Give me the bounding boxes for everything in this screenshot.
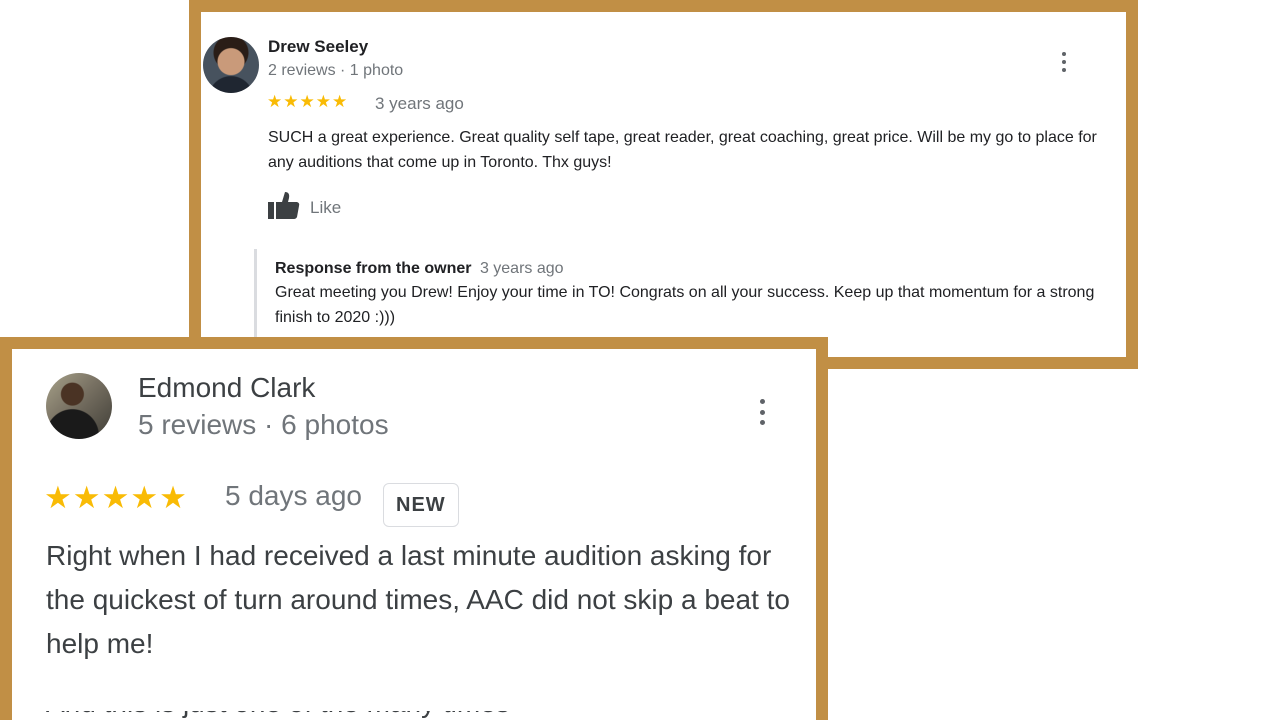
more-dot: [759, 409, 765, 415]
new-badge: NEW: [383, 483, 459, 527]
avatar[interactable]: [46, 373, 112, 439]
like-label: Like: [310, 197, 342, 217]
owner-response-header: Response from the owner 3 years ago: [275, 260, 1124, 278]
review-date: 5 days ago: [225, 480, 362, 511]
avatar[interactable]: [203, 37, 259, 93]
truncated-line: And this is just one of the many times: [46, 711, 791, 720]
owner-response-text: Great meeting you Drew! Enjoy your time …: [275, 284, 1095, 326]
more-dot: [759, 399, 765, 404]
more-options-icon[interactable]: [1056, 50, 1072, 74]
star-rating: ★★★★★: [44, 480, 188, 515]
more-options-icon[interactable]: [752, 397, 772, 427]
reviewer-name[interactable]: Drew Seeley: [268, 37, 368, 57]
review-text: Right when I had received a last minute …: [46, 540, 790, 659]
more-dot: [1062, 60, 1066, 64]
thumbs-up-icon: [268, 190, 300, 225]
reviewer-meta: 5 reviews · 6 photos: [138, 409, 389, 440]
review-card-edmond-clark: Edmond Clark 5 reviews · 6 photos ★★★★★ …: [0, 337, 828, 720]
star-rating: ★★★★★: [267, 92, 349, 111]
like-button[interactable]: Like: [268, 190, 341, 225]
more-dot: [759, 420, 765, 425]
owner-response-label: Response from the owner: [275, 260, 472, 277]
review-text-continuation: And this is just one of the many times: [46, 711, 791, 720]
owner-response-date: 3 years ago: [479, 260, 564, 277]
owner-response: Response from the owner 3 years ago Grea…: [254, 249, 1124, 349]
review-date: 3 years ago: [375, 94, 464, 113]
review-card-drew-seeley: Drew Seeley 2 reviews · 1 photo ★★★★★ 3 …: [189, 0, 1138, 369]
review-text: SUCH a great experience. Great quality s…: [268, 129, 1097, 171]
more-dot: [1062, 68, 1066, 72]
more-dot: [1062, 52, 1066, 56]
reviewer-meta: 2 reviews · 1 photo: [268, 62, 404, 79]
reviewer-name[interactable]: Edmond Clark: [138, 372, 315, 404]
